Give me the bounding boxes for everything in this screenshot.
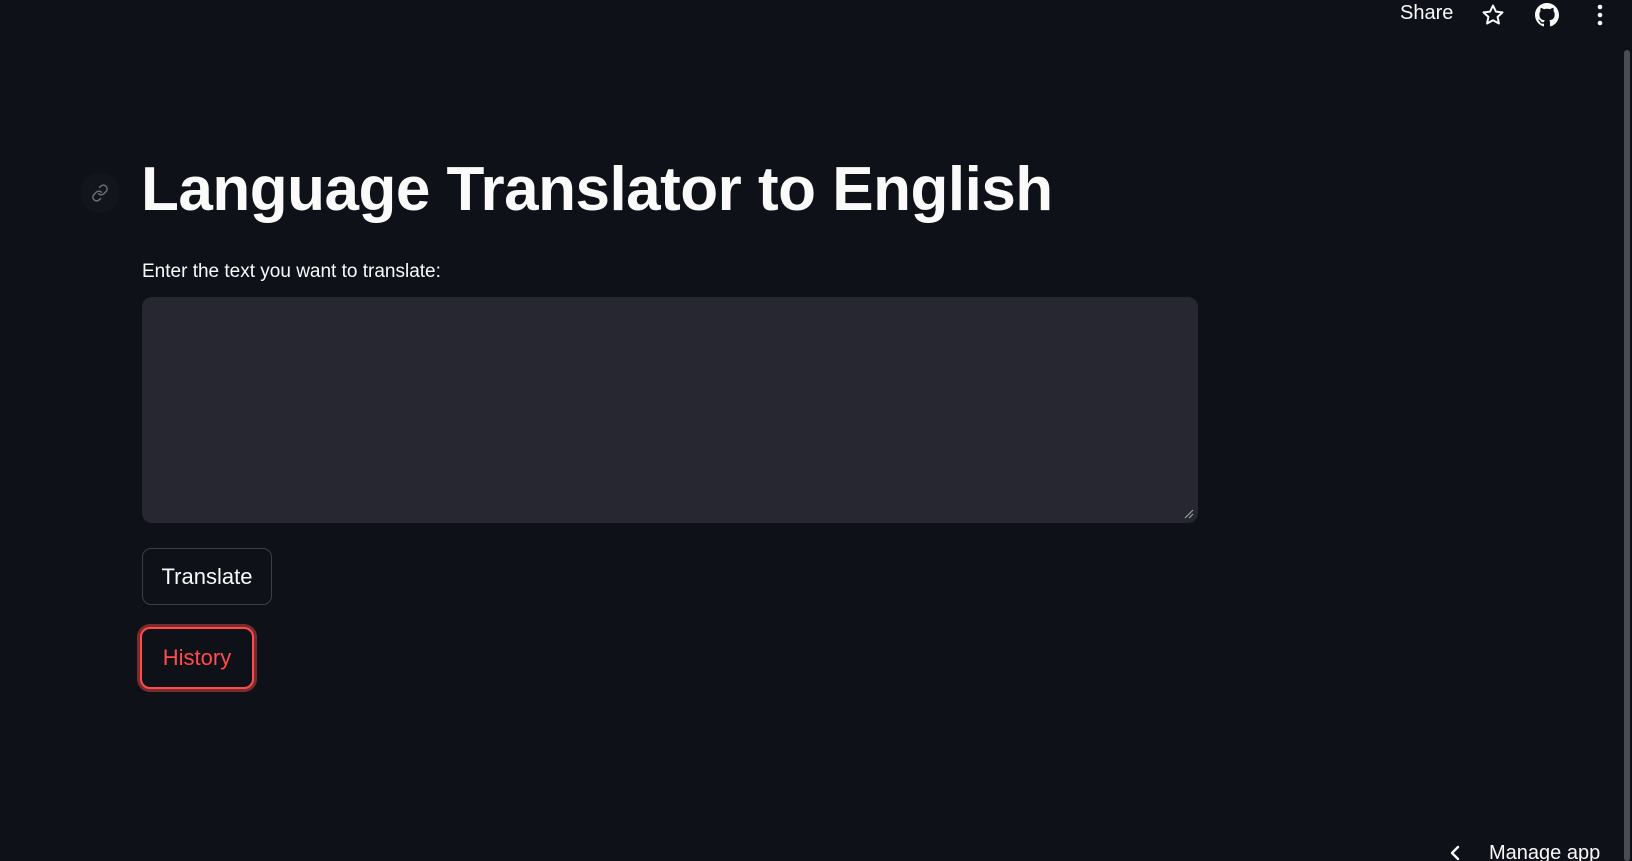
link-icon[interactable] xyxy=(80,173,120,213)
chevron-left-icon xyxy=(1445,843,1465,861)
share-button[interactable]: Share xyxy=(1400,2,1453,25)
manage-app-button[interactable]: Manage app xyxy=(1445,838,1600,861)
page-title: Language Translator to English xyxy=(141,155,1053,224)
text-input-label: Enter the text you want to translate: xyxy=(142,261,441,282)
text-input-container xyxy=(142,297,1198,523)
scrollbar-thumb[interactable] xyxy=(1624,50,1630,861)
translate-button[interactable]: Translate xyxy=(142,548,272,605)
resize-handle-icon[interactable] xyxy=(1182,507,1194,519)
text-input[interactable] xyxy=(142,297,1198,523)
scrollbar[interactable] xyxy=(1622,0,1632,861)
manage-app-label: Manage app xyxy=(1489,841,1601,861)
github-icon[interactable] xyxy=(1534,2,1560,28)
star-icon[interactable] xyxy=(1480,2,1506,28)
history-button[interactable]: History xyxy=(140,627,254,689)
app-page: Share Language Translator to English Ent… xyxy=(0,0,1632,861)
more-vertical-icon[interactable] xyxy=(1587,2,1613,28)
